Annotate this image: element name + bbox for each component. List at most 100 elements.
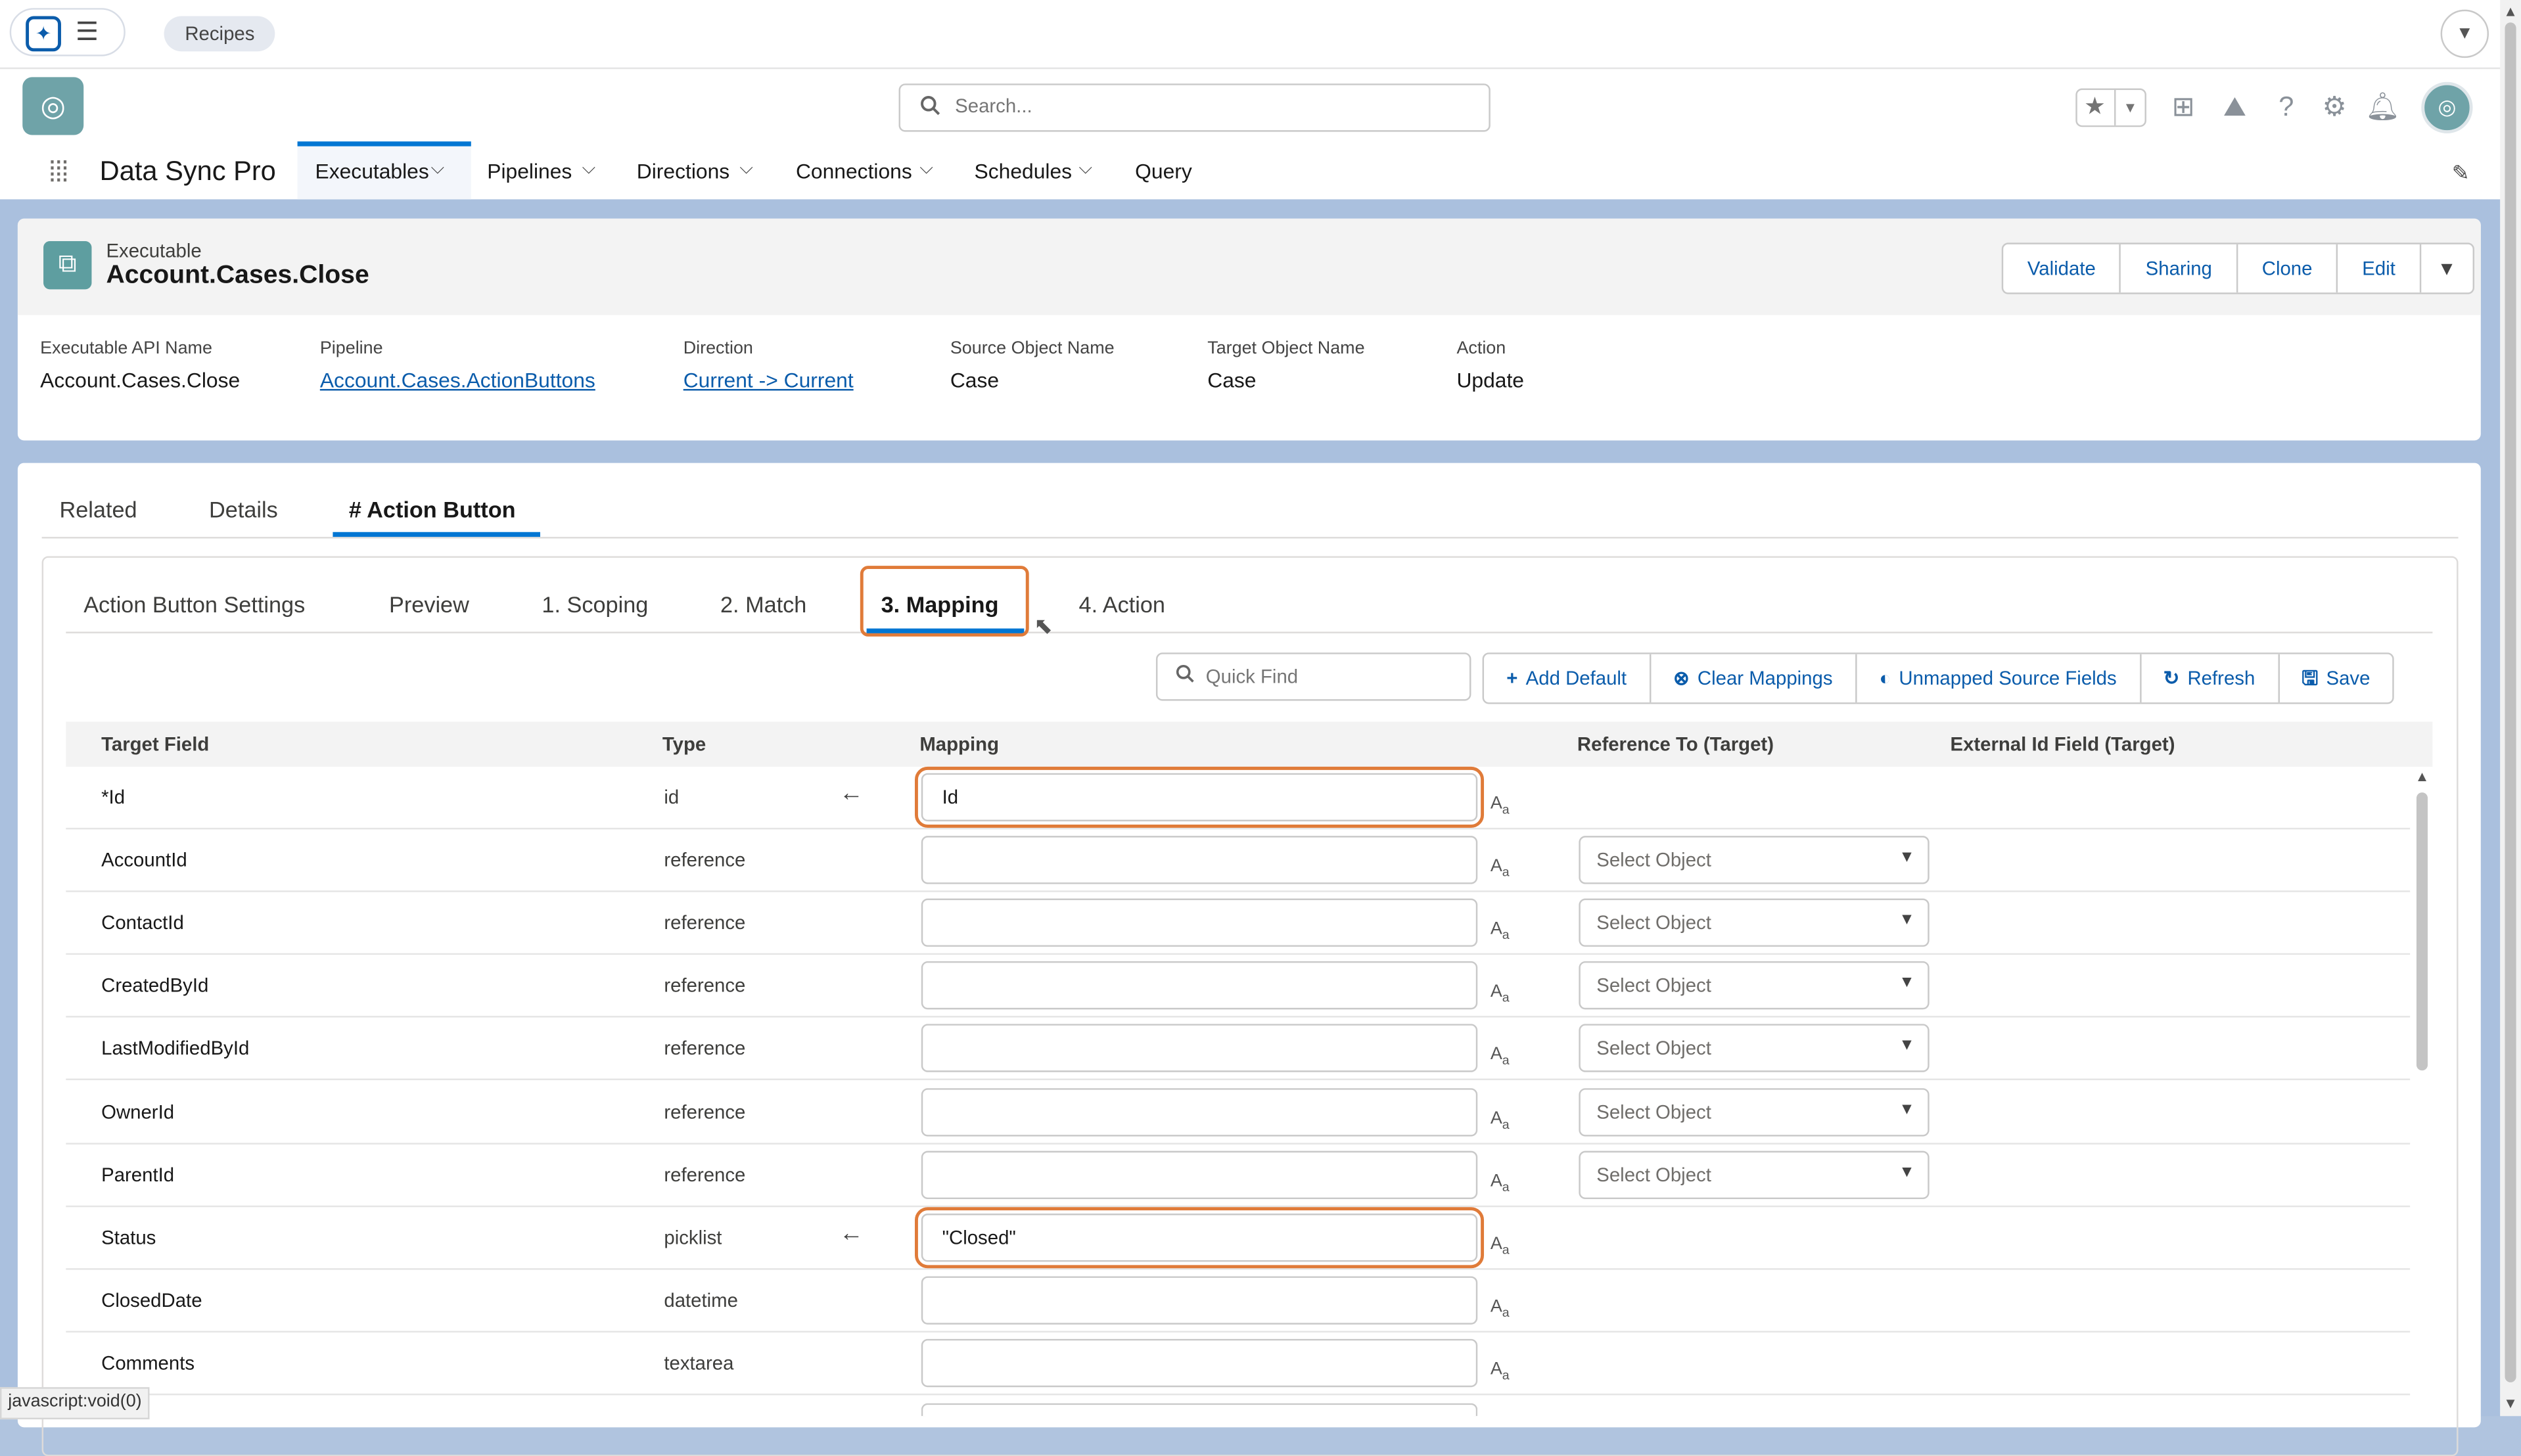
caret-down-icon: ▼ bbox=[1899, 848, 1915, 867]
reference-select[interactable]: Select Object ▼ bbox=[1579, 961, 1930, 1010]
formula-aa-icon[interactable]: Aa bbox=[1491, 1045, 1510, 1068]
record-type-label: Executable bbox=[106, 239, 202, 262]
mapping-input[interactable] bbox=[921, 898, 1478, 947]
tab-action-button[interactable]: # Action Button bbox=[349, 497, 516, 522]
clear-mappings-button[interactable]: ⊗ Clear Mappings bbox=[1651, 654, 1857, 703]
mapping-input[interactable] bbox=[921, 1150, 1478, 1200]
reference-select[interactable]: Select Object ▼ bbox=[1579, 836, 1930, 884]
favorites-caret-icon[interactable]: ▼ bbox=[2114, 89, 2144, 125]
reference-select[interactable]: Select Object ▼ bbox=[1579, 1024, 1930, 1072]
formula-aa-icon[interactable]: Aa bbox=[1491, 919, 1510, 942]
nav-item-pipelines[interactable]: Pipelines bbox=[487, 159, 572, 183]
formula-aa-icon[interactable]: Aa bbox=[1491, 1109, 1510, 1132]
avatar[interactable]: ◎ bbox=[2421, 81, 2473, 134]
bell-icon[interactable]: 🔔︎ bbox=[2365, 90, 2401, 125]
subtab-action-button-settings[interactable]: Action Button Settings bbox=[83, 591, 305, 617]
trailhead-icon[interactable]: ⛰ bbox=[2217, 90, 2253, 125]
nav-item-executables[interactable]: Executables bbox=[315, 159, 428, 183]
mouse-cursor-icon: ⬉ bbox=[1034, 612, 1053, 639]
target-field: ClosedDate bbox=[101, 1289, 202, 1312]
quick-find-placeholder: Quick Find bbox=[1205, 665, 1299, 689]
page-scrollbar-thumb[interactable] bbox=[2505, 22, 2516, 1382]
help-icon[interactable]: ? bbox=[2269, 90, 2304, 125]
chevron-down-icon[interactable]: ▼ bbox=[2440, 9, 2489, 58]
table-row: LastModifiedById reference Aa Select Obj… bbox=[66, 1018, 2411, 1080]
formula-aa-icon[interactable]: Aa bbox=[1491, 1172, 1510, 1194]
reference-select[interactable]: Select Object ▼ bbox=[1579, 1088, 1930, 1137]
col-type: Type bbox=[662, 733, 706, 756]
direction-link[interactable]: Current -> Current bbox=[683, 368, 854, 392]
chevron-down-icon[interactable]: ⌵ bbox=[582, 159, 595, 180]
search-icon bbox=[919, 95, 945, 120]
executable-icon: ⧉ bbox=[43, 240, 92, 290]
clone-button[interactable]: Clone bbox=[2238, 244, 2338, 293]
scroll-up-icon[interactable]: ▲ bbox=[2412, 768, 2433, 784]
refresh-icon: ↻ bbox=[2163, 667, 2180, 690]
subtab-match[interactable]: 2. Match bbox=[720, 591, 806, 617]
more-actions-caret-icon[interactable]: ▼ bbox=[2421, 244, 2472, 292]
arrow-left-icon: ← bbox=[839, 779, 864, 808]
search-placeholder: Search... bbox=[955, 95, 1032, 118]
table-row: Comments textarea Aa bbox=[66, 1332, 2411, 1396]
formula-aa-icon[interactable]: Aa bbox=[1491, 1297, 1510, 1320]
field-value-api-name: Account.Cases.Close bbox=[40, 368, 241, 392]
subtab-scoping[interactable]: 1. Scoping bbox=[542, 591, 648, 617]
nav-item-schedules[interactable]: Schedules bbox=[975, 159, 1073, 183]
mapping-input[interactable] bbox=[921, 1024, 1478, 1072]
subtab-action[interactable]: 4. Action bbox=[1079, 591, 1165, 617]
recipes-pill[interactable]: Recipes bbox=[164, 16, 276, 52]
mapping-input[interactable]: "Closed" bbox=[915, 1207, 1485, 1269]
mapping-input[interactable] bbox=[921, 836, 1478, 884]
mapping-tab-highlight bbox=[860, 566, 1029, 637]
plus-icon[interactable]: ⊞ bbox=[2165, 90, 2201, 125]
mapping-input[interactable] bbox=[921, 1338, 1478, 1388]
refresh-button[interactable]: ↻ Refresh bbox=[2140, 654, 2280, 703]
reference-select[interactable]: Select Object ▼ bbox=[1579, 898, 1930, 947]
mapping-input-partial[interactable] bbox=[921, 1403, 1478, 1417]
formula-aa-icon[interactable]: Aa bbox=[1491, 1235, 1510, 1258]
active-tab-indicator bbox=[333, 532, 540, 537]
pipeline-link[interactable]: Account.Cases.ActionButtons bbox=[320, 368, 595, 392]
gear-icon[interactable]: ⚙ bbox=[2317, 90, 2352, 125]
clear-mappings-label: Clear Mappings bbox=[1697, 667, 1833, 690]
target-field: ContactId bbox=[101, 911, 184, 934]
agent-icon[interactable]: ✦ bbox=[26, 16, 61, 52]
table-scrollbar-thumb[interactable] bbox=[2416, 792, 2428, 1071]
hamburger-menu-icon[interactable]: ☰ bbox=[76, 18, 104, 50]
sharing-button[interactable]: Sharing bbox=[2121, 244, 2238, 293]
scroll-down-icon[interactable]: ▼ bbox=[2500, 1395, 2521, 1411]
mapping-input[interactable]: Id bbox=[915, 766, 1485, 828]
formula-aa-icon[interactable]: Aa bbox=[1491, 794, 1510, 817]
reference-select[interactable]: Select Object ▼ bbox=[1579, 1150, 1930, 1200]
nav-item-directions[interactable]: Directions bbox=[637, 159, 729, 183]
formula-aa-icon[interactable]: Aa bbox=[1491, 982, 1510, 1005]
nav-item-query[interactable]: Query bbox=[1135, 159, 1192, 183]
star-icon[interactable]: ★ bbox=[2079, 90, 2111, 125]
mapping-input[interactable] bbox=[921, 961, 1478, 1010]
field-type: reference bbox=[664, 848, 746, 871]
formula-aa-icon[interactable]: Aa bbox=[1491, 1360, 1510, 1383]
validate-button[interactable]: Validate bbox=[2003, 244, 2121, 293]
chevron-down-icon[interactable]: ⌵ bbox=[431, 159, 444, 180]
caret-down-icon: ▼ bbox=[1899, 1036, 1915, 1055]
chevron-down-icon[interactable]: ⌵ bbox=[919, 159, 933, 180]
app-launcher-icon[interactable]: ⁞⁞⁞ bbox=[40, 154, 76, 190]
formula-aa-icon[interactable]: Aa bbox=[1491, 857, 1510, 880]
mapping-input[interactable] bbox=[921, 1088, 1478, 1137]
quick-find-input[interactable] bbox=[1155, 652, 1471, 701]
add-default-button[interactable]: + Add Default bbox=[1484, 654, 1651, 703]
subtab-preview[interactable]: Preview bbox=[389, 591, 469, 617]
chevron-down-icon[interactable]: ⌵ bbox=[1079, 159, 1092, 180]
nav-item-connections[interactable]: Connections bbox=[796, 159, 912, 183]
save-button[interactable]: 🖫︎ Save bbox=[2279, 654, 2393, 702]
save-label: Save bbox=[2326, 667, 2371, 690]
mapping-input[interactable] bbox=[921, 1276, 1478, 1325]
unmapped-source-fields-button[interactable]: ◐ Unmapped Source Fields bbox=[1857, 654, 2141, 703]
edit-button[interactable]: Edit bbox=[2338, 244, 2422, 293]
scroll-up-icon[interactable]: ▲ bbox=[2500, 3, 2521, 19]
record-actions: Validate Sharing Clone Edit ▼ bbox=[2001, 242, 2474, 294]
tab-details[interactable]: Details bbox=[209, 497, 278, 522]
chevron-down-icon[interactable]: ⌵ bbox=[739, 159, 752, 180]
tab-related[interactable]: Related bbox=[60, 497, 137, 522]
pencil-icon[interactable]: ✎ bbox=[2452, 161, 2478, 187]
